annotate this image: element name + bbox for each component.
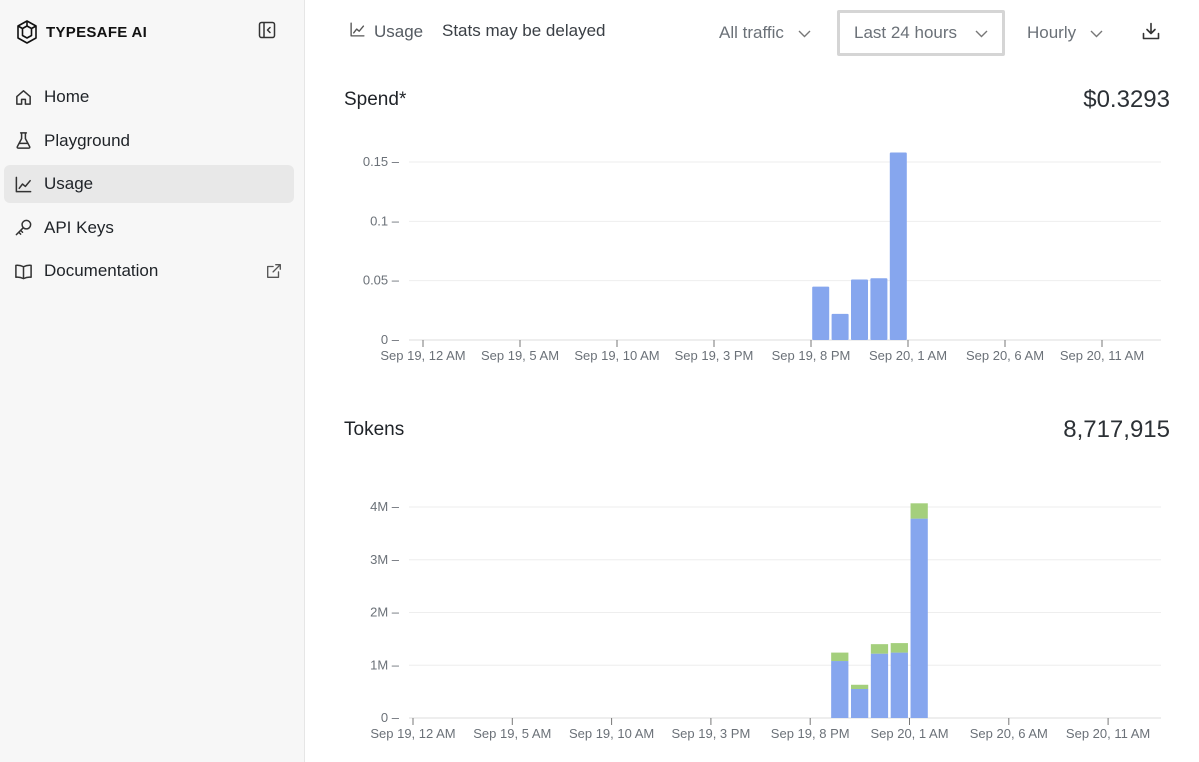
x-tick-label: Sep 19, 3 PM bbox=[672, 726, 751, 741]
sidebar-item-label: Usage bbox=[44, 174, 94, 194]
bar-secondary bbox=[890, 643, 908, 653]
traffic-filter-dropdown[interactable]: All traffic bbox=[719, 10, 811, 56]
spend-total: $0.3293 bbox=[1083, 86, 1170, 113]
bar-primary bbox=[910, 518, 928, 718]
sidebar-item-usage[interactable]: Usage bbox=[4, 165, 294, 204]
spend-chart-svg: 0 – 0.05 – 0.1 – 0.15 – Sep 19, 12 AM Sep 19,… bbox=[363, 152, 1161, 363]
y-tick-label: 2M – bbox=[370, 605, 400, 620]
traffic-filter-value: All traffic bbox=[719, 23, 784, 42]
tokens-chart-svg: 0 – 1M – 2M – 3M – 4M – Sep 19, 12 AM Sep 19, … bbox=[370, 499, 1161, 741]
bar-primary bbox=[870, 653, 889, 718]
bar bbox=[870, 278, 888, 340]
sidebar-item-documentation[interactable]: Documentation bbox=[4, 252, 294, 290]
y-tick-label: 0 – bbox=[381, 710, 400, 725]
home-icon bbox=[13, 87, 33, 107]
chevron-down-icon bbox=[975, 23, 988, 43]
x-tick-label: Sep 20, 6 AM bbox=[970, 726, 1048, 741]
y-tick-label: 4M – bbox=[370, 499, 400, 514]
brand-name: TYPESAFE AI bbox=[46, 23, 148, 41]
bar-primary bbox=[831, 661, 849, 718]
external-link-icon bbox=[264, 261, 284, 281]
y-tick-label: 3M – bbox=[370, 552, 400, 567]
x-tick-label: Sep 19, 10 AM bbox=[569, 726, 654, 741]
brand[interactable]: TYPESAFE AI bbox=[16, 18, 147, 46]
y-tick-label: 0.05 – bbox=[363, 273, 400, 288]
bar bbox=[831, 313, 849, 340]
bar bbox=[889, 152, 907, 340]
breadcrumb-usage[interactable]: Usage bbox=[349, 20, 423, 44]
x-tick-label: Sep 20, 11 AM bbox=[1066, 726, 1150, 741]
sidebar-item-home[interactable]: Home bbox=[4, 78, 294, 116]
y-tick-label: 0.15 – bbox=[363, 154, 400, 169]
x-tick-label: Sep 19, 8 PM bbox=[772, 348, 851, 363]
x-tick-label: Sep 19, 12 AM bbox=[380, 348, 465, 363]
sidebar-collapse-button[interactable] bbox=[256, 21, 278, 43]
granularity-dropdown[interactable]: Hourly bbox=[1027, 10, 1103, 56]
book-icon bbox=[13, 261, 33, 281]
sidebar-item-label: Playground bbox=[44, 130, 131, 150]
header-bar: Usage Stats may be delayed All traffic L… bbox=[305, 0, 1199, 66]
download-button[interactable] bbox=[1139, 21, 1163, 45]
bar-secondary bbox=[910, 503, 928, 519]
bar-secondary bbox=[831, 652, 849, 662]
sidebar-nav: Home Playground Usage API Keys Documenta… bbox=[4, 78, 294, 296]
bar-secondary bbox=[851, 684, 869, 689]
time-range-value: Last 24 hours bbox=[854, 23, 958, 42]
bar bbox=[812, 286, 830, 340]
spend-title: Spend* bbox=[344, 89, 407, 110]
bar-primary bbox=[890, 652, 908, 718]
bar-secondary bbox=[870, 644, 889, 654]
line-chart-icon bbox=[349, 21, 366, 43]
sidebar-collapse-icon bbox=[258, 21, 276, 44]
x-tick-label: Sep 19, 8 PM bbox=[771, 726, 850, 741]
tokens-title: Tokens bbox=[344, 419, 405, 440]
chevron-down-icon bbox=[798, 23, 811, 43]
status-text: Stats may be delayed bbox=[442, 21, 606, 40]
x-tick-label: Sep 19, 5 AM bbox=[481, 348, 559, 363]
bar-primary bbox=[851, 688, 869, 718]
flask-icon bbox=[13, 131, 33, 151]
sidebar-item-label: Home bbox=[44, 87, 90, 106]
download-icon bbox=[1141, 21, 1161, 46]
spend-chart: 0 – 0.05 – 0.1 – 0.15 – Sep 19, 12 AM Sep 19,… bbox=[305, 140, 1199, 370]
x-tick-label: Sep 19, 3 PM bbox=[675, 348, 754, 363]
x-tick-label: Sep 20, 1 AM bbox=[870, 726, 948, 741]
sidebar-item-label: API Keys bbox=[44, 217, 114, 237]
key-icon bbox=[13, 218, 33, 238]
sidebar-item-playground[interactable]: Playground bbox=[4, 122, 294, 160]
y-tick-label: 0 – bbox=[381, 332, 400, 347]
y-tick-label: 0.1 – bbox=[370, 213, 400, 228]
hexagon-logo-icon bbox=[16, 19, 38, 45]
bar bbox=[851, 279, 868, 340]
x-tick-label: Sep 19, 10 AM bbox=[574, 348, 659, 363]
tokens-total: 8,717,915 bbox=[1063, 416, 1170, 443]
x-tick-label: Sep 20, 11 AM bbox=[1060, 348, 1144, 363]
x-tick-label: Sep 20, 1 AM bbox=[869, 348, 947, 363]
granularity-value: Hourly bbox=[1027, 23, 1077, 42]
chevron-down-icon bbox=[1090, 23, 1103, 43]
time-range-dropdown[interactable]: Last 24 hours bbox=[837, 10, 1005, 56]
breadcrumb-label: Usage bbox=[374, 22, 424, 41]
line-chart-icon bbox=[13, 174, 33, 194]
x-tick-label: Sep 20, 6 AM bbox=[966, 348, 1044, 363]
sidebar: TYPESAFE AI Home Playground Usage API Ke… bbox=[0, 0, 305, 762]
x-tick-label: Sep 19, 12 AM bbox=[370, 726, 455, 741]
y-tick-label: 1M – bbox=[370, 657, 400, 672]
sidebar-item-label: Documentation bbox=[44, 261, 159, 281]
x-tick-label: Sep 19, 5 AM bbox=[473, 726, 551, 741]
tokens-chart: 0 – 1M – 2M – 3M – 4M – Sep 19, 12 AM Sep 19, … bbox=[305, 490, 1199, 752]
sidebar-item-api-keys[interactable]: API Keys bbox=[4, 209, 294, 247]
